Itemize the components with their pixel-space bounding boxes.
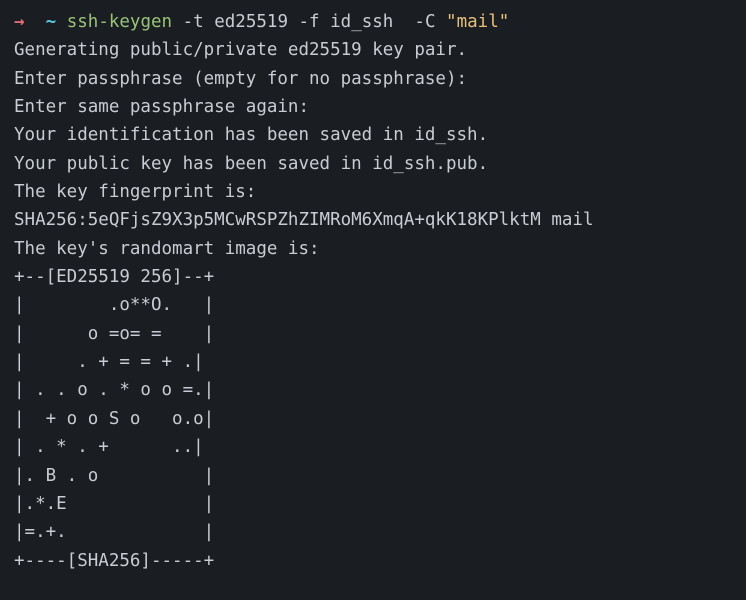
prompt-arrow-icon: → xyxy=(14,12,25,32)
output-line: The key's randomart image is: xyxy=(14,239,320,259)
output-line: Enter passphrase (empty for no passphras… xyxy=(14,69,467,89)
randomart-line: |=.+. | xyxy=(14,522,214,542)
randomart-line: | . + = = + .| xyxy=(14,352,204,372)
randomart-line: |. B . o | xyxy=(14,466,214,486)
randomart-line: | . * . + ..| xyxy=(14,437,204,457)
output-line: Enter same passphrase again: xyxy=(14,97,309,117)
output-line: The key fingerprint is: xyxy=(14,182,256,202)
randomart-line: +----[SHA256]-----+ xyxy=(14,551,214,571)
prompt-cwd: ~ xyxy=(46,12,57,32)
command-args: -t ed25519 -f id_ssh -C xyxy=(183,12,436,32)
randomart-line: +--[ED25519 256]--+ xyxy=(14,267,214,287)
terminal-window[interactable]: → ~ ssh-keygen -t ed25519 -f id_ssh -C "… xyxy=(14,8,732,575)
output-line: Your public key has been saved in id_ssh… xyxy=(14,154,488,174)
output-line: Generating public/private ed25519 key pa… xyxy=(14,40,467,60)
command-string-arg: "mail" xyxy=(446,12,509,32)
randomart-line: |.*.E | xyxy=(14,494,214,514)
randomart-line: | . . o . * o o =.| xyxy=(14,380,214,400)
output-line: Your identification has been saved in id… xyxy=(14,125,488,145)
randomart-line: | + o o S o o.o| xyxy=(14,409,214,429)
randomart-line: | o =o= = | xyxy=(14,324,214,344)
command-name: ssh-keygen xyxy=(67,12,172,32)
randomart-line: | .o**O. | xyxy=(14,295,214,315)
output-fingerprint: SHA256:5eQFjsZ9X3p5MCwRSPZhZIMRoM6XmqA+q… xyxy=(14,210,593,230)
